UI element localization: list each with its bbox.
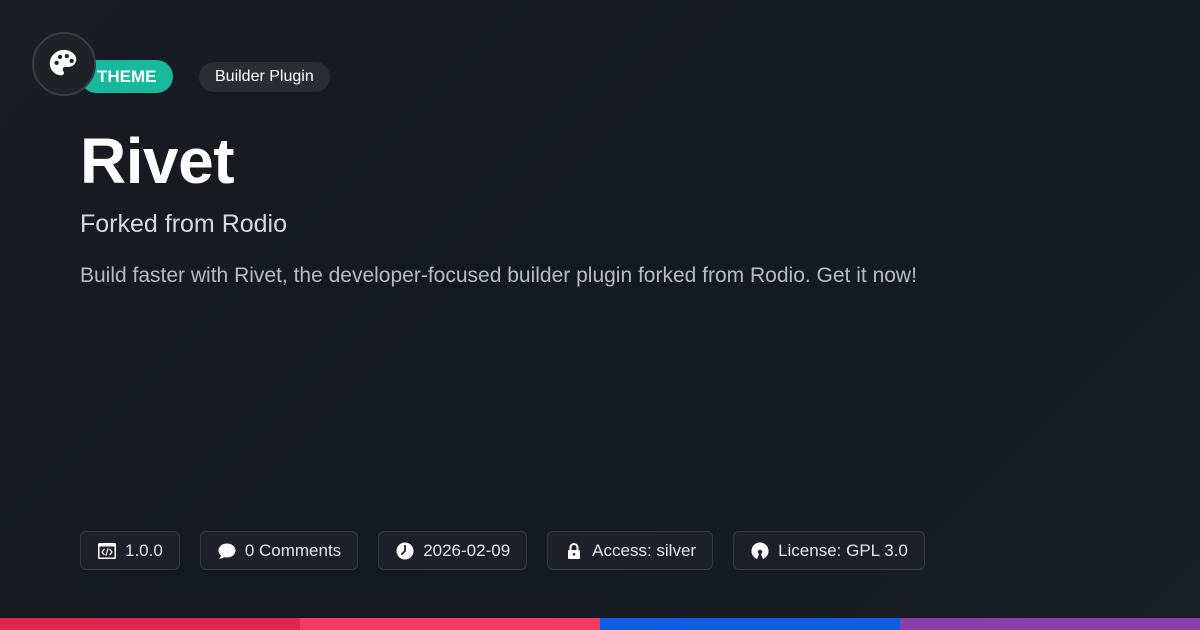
open-source-icon <box>751 541 769 559</box>
version-label: 1.0.0 <box>125 540 163 560</box>
page-title: Rivet <box>80 125 235 197</box>
stripe-segment <box>900 618 1200 630</box>
palette-icon <box>49 49 77 76</box>
access-label: Access: silver <box>592 540 697 560</box>
comments-meta[interactable]: 0 Comments <box>199 531 359 570</box>
date-label: 2026-02-09 <box>423 540 511 560</box>
stripe-segment <box>300 618 600 630</box>
type-badge[interactable]: Builder Plugin <box>199 62 330 92</box>
site-logo[interactable] <box>32 32 96 96</box>
stripe-segment <box>600 618 900 630</box>
license-label: License: GPL 3.0 <box>778 540 908 560</box>
clock-icon <box>396 542 414 559</box>
description: Build faster with Rivet, the developer-f… <box>80 264 917 287</box>
version-meta: 1.0.0 <box>80 531 180 570</box>
access-meta: Access: silver <box>547 531 714 570</box>
comments-label: 0 Comments <box>244 540 342 560</box>
lock-icon <box>568 542 581 559</box>
meta-row: 1.0.0 0 Comments 2026-02-09 Access: silv… <box>80 531 925 570</box>
subtitle: Forked from Rodio <box>80 210 288 238</box>
stripe-segment <box>0 618 300 630</box>
license-meta[interactable]: License: GPL 3.0 <box>733 531 925 570</box>
comment-icon <box>218 543 236 559</box>
color-stripe <box>0 618 1200 630</box>
date-meta: 2026-02-09 <box>378 531 528 570</box>
code-window-icon <box>98 542 116 559</box>
